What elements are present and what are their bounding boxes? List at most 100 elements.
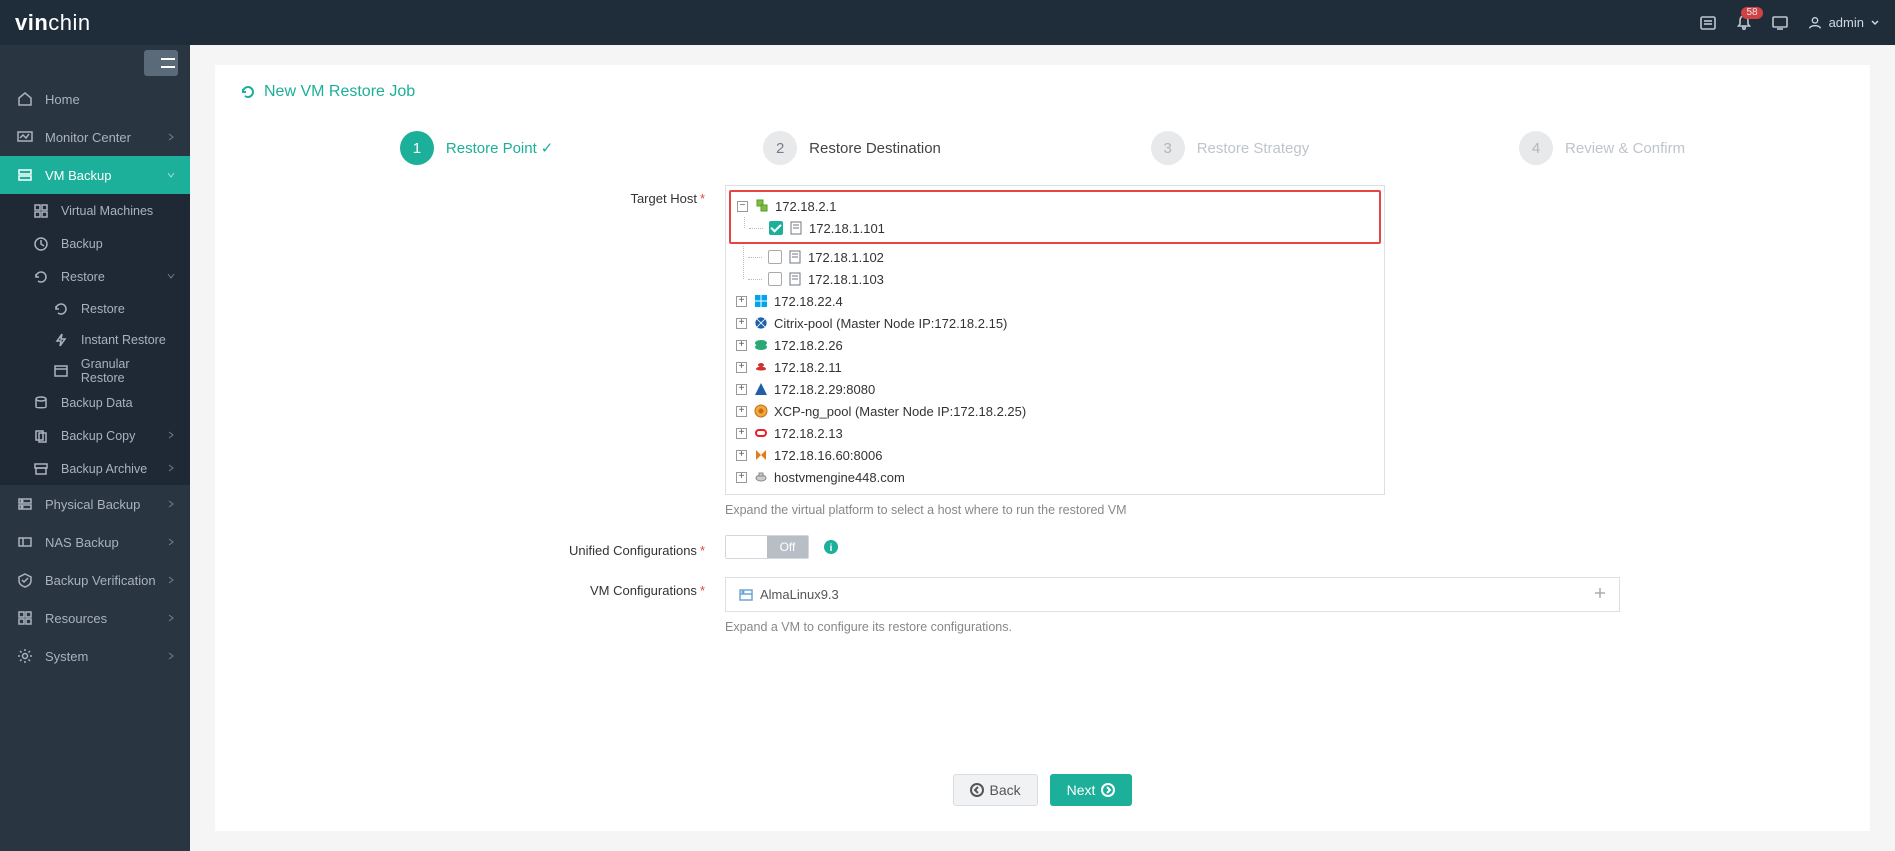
oracle-icon — [753, 425, 769, 441]
tree-expand-icon[interactable]: + — [736, 450, 747, 461]
tree-expand-icon[interactable]: + — [736, 296, 747, 307]
sidebar-sub-backup-data[interactable]: Backup Data — [0, 386, 190, 419]
sidebar-item-label: Monitor Center — [45, 130, 131, 145]
tree-node-xcpng[interactable]: + XCP-ng_pool (Master Node IP:172.18.2.2… — [734, 400, 1376, 422]
host-icon — [788, 220, 804, 236]
restore-sub-icon — [53, 301, 71, 317]
tree-node-azure[interactable]: + 172.18.2.29:8080 — [734, 378, 1376, 400]
list-icon[interactable] — [1699, 14, 1717, 32]
sidebar-item-resources[interactable]: Resources — [0, 599, 190, 637]
tree-node-proxmox[interactable]: + 172.18.16.60:8006 — [734, 444, 1376, 466]
resources-icon — [17, 610, 35, 626]
user-menu[interactable]: admin — [1807, 15, 1880, 31]
step-restore-point[interactable]: 1 Restore Point ✓ — [400, 131, 553, 165]
instant-restore-icon — [53, 332, 71, 348]
tree-expand-icon[interactable]: + — [736, 318, 747, 329]
sidebar-sub2-restore[interactable]: Restore — [0, 293, 190, 324]
sidebar-item-label: Instant Restore — [81, 333, 166, 347]
unified-config-toggle[interactable]: Off — [725, 535, 809, 559]
sidebar-item-system[interactable]: System — [0, 637, 190, 675]
sidebar-item-home[interactable]: Home — [0, 80, 190, 118]
sidebar: Home Monitor Center VM Backup Virtual Ma… — [0, 45, 190, 851]
sidebar-item-label: System — [45, 649, 88, 664]
checkbox-checked[interactable] — [769, 221, 783, 235]
vmware-icon — [754, 198, 770, 214]
sidebar-sub-backup[interactable]: Backup — [0, 227, 190, 260]
sidebar-sub-restore[interactable]: Restore — [0, 260, 190, 293]
tree-node-ovirt[interactable]: + hostvmengine448.com — [734, 466, 1376, 488]
sidebar-item-backup-verification[interactable]: Backup Verification — [0, 561, 190, 599]
tree-node-redhat[interactable]: + 172.18.2.11 — [734, 356, 1376, 378]
tree-node-host-102[interactable]: 172.18.1.102 — [734, 246, 1376, 268]
tree-expand-icon[interactable]: + — [736, 384, 747, 395]
topbar: vinchin 58 admin — [0, 0, 1895, 45]
next-button[interactable]: Next — [1050, 774, 1133, 806]
sidebar-sub-virtual-machines[interactable]: Virtual Machines — [0, 194, 190, 227]
sidebar-sub-backup-archive[interactable]: Backup Archive — [0, 452, 190, 485]
sidebar-sub-backup-copy[interactable]: Backup Copy — [0, 419, 190, 452]
backup-copy-icon — [33, 428, 51, 444]
tree-expand-icon[interactable]: + — [736, 428, 747, 439]
notification-badge: 58 — [1741, 7, 1762, 19]
sidebar-sub2-granular-restore[interactable]: Granular Restore — [0, 355, 190, 386]
sidebar-toggle[interactable] — [0, 45, 190, 80]
user-name: admin — [1829, 15, 1864, 30]
footer-buttons: Back Next — [215, 749, 1870, 806]
tree-expand-icon[interactable]: + — [736, 472, 747, 483]
highlighted-selection: − 172.18.2.1 172.18.1.101 — [729, 190, 1381, 244]
windows-icon — [753, 293, 769, 309]
xcpng-icon — [753, 403, 769, 419]
sidebar-item-label: Backup Archive — [61, 462, 147, 476]
tree-node-citrix[interactable]: + Citrix-pool (Master Node IP:172.18.2.1… — [734, 312, 1376, 334]
tree-expand-icon[interactable]: + — [736, 406, 747, 417]
tree-node-host-101[interactable]: 172.18.1.101 — [735, 217, 1375, 239]
sidebar-item-label: NAS Backup — [45, 535, 119, 550]
tree-node-root-vmware[interactable]: − 172.18.2.1 — [735, 195, 1375, 217]
checkbox[interactable] — [768, 272, 782, 286]
step-review-confirm[interactable]: 4 Review & Confirm — [1519, 131, 1685, 165]
bell-icon[interactable]: 58 — [1735, 14, 1753, 32]
sidebar-item-nas-backup[interactable]: NAS Backup — [0, 523, 190, 561]
step-restore-destination[interactable]: 2 Restore Destination — [763, 131, 941, 165]
svg-text:i: i — [830, 543, 833, 554]
sidebar-item-vm-backup[interactable]: VM Backup — [0, 156, 190, 194]
panel: New VM Restore Job 1 Restore Point ✓ 2 R… — [215, 65, 1870, 831]
sidebar-item-monitor-center[interactable]: Monitor Center — [0, 118, 190, 156]
sidebar-item-physical-backup[interactable]: Physical Backup — [0, 485, 190, 523]
vm-config-help: Expand a VM to configure its restore con… — [725, 620, 1620, 634]
check-icon: ✓ — [541, 139, 554, 157]
vm-config-row[interactable]: AlmaLinux9.3 — [725, 577, 1620, 612]
wizard-steps: 1 Restore Point ✓ 2 Restore Destination … — [215, 106, 1870, 185]
checkbox[interactable] — [768, 250, 782, 264]
tree-expand-icon[interactable]: + — [736, 340, 747, 351]
plus-icon[interactable] — [1593, 586, 1607, 603]
sidebar-item-label: Physical Backup — [45, 497, 140, 512]
tree-node-huawei[interactable]: + 172.18.2.26 — [734, 334, 1376, 356]
tree-node-oracle[interactable]: + 172.18.2.13 — [734, 422, 1376, 444]
sidebar-item-label: Restore — [81, 302, 125, 316]
step-restore-strategy[interactable]: 3 Restore Strategy — [1151, 131, 1310, 165]
ovirt-icon — [753, 469, 769, 485]
tree-expand-icon[interactable]: + — [736, 362, 747, 373]
label-target-host: Target Host* — [465, 185, 725, 206]
sidebar-item-label: Backup Verification — [45, 573, 156, 588]
back-button[interactable]: Back — [953, 774, 1038, 806]
label-vm-configurations: VM Configurations* — [465, 577, 725, 598]
tree-collapse-icon[interactable]: − — [737, 201, 748, 212]
sidebar-sub2-instant-restore[interactable]: Instant Restore — [0, 324, 190, 355]
sidebar-item-label: Backup — [61, 237, 103, 251]
home-icon — [17, 91, 35, 107]
backup-archive-icon — [33, 461, 51, 477]
granular-restore-icon — [53, 363, 71, 379]
redhat-icon — [753, 359, 769, 375]
sidebar-item-label: Backup Data — [61, 396, 133, 410]
tree-node-windows[interactable]: + 172.18.22.4 — [734, 290, 1376, 312]
page-title: New VM Restore Job — [215, 65, 1870, 106]
tree-node-host-103[interactable]: 172.18.1.103 — [734, 268, 1376, 290]
sidebar-item-label: Restore — [61, 270, 105, 284]
topbar-actions: 58 admin — [1699, 14, 1880, 32]
info-icon[interactable]: i — [823, 538, 841, 556]
monitor-icon[interactable] — [1771, 14, 1789, 32]
huawei-icon — [753, 337, 769, 353]
target-host-tree: − 172.18.2.1 172.18.1.101 — [725, 185, 1385, 495]
